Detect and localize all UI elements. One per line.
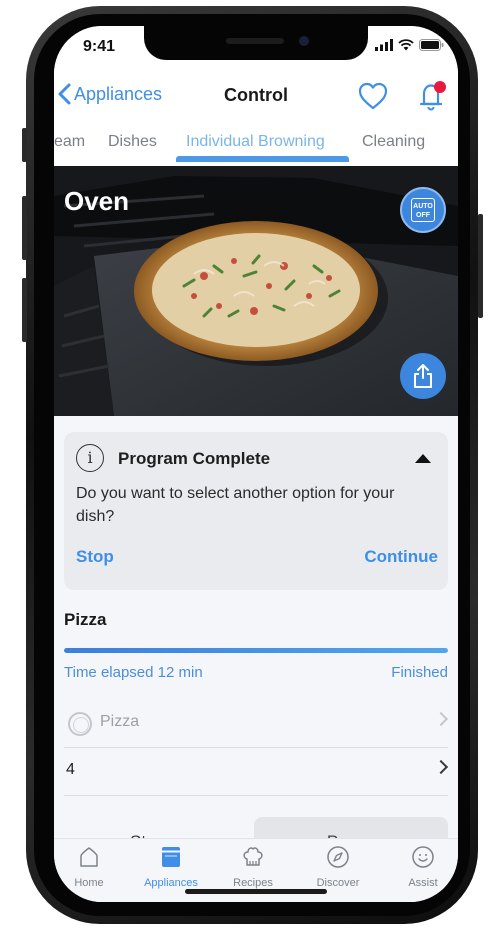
option-row-pizza[interactable]: Pizza	[64, 700, 449, 748]
auto-off-button[interactable]: AUTO OFF	[400, 187, 446, 233]
bell-icon	[419, 81, 446, 111]
program-progress-bar	[64, 648, 448, 653]
tabbar-label: Assist	[408, 877, 438, 889]
status-time: 9:41	[83, 38, 116, 55]
progress-fill	[64, 648, 448, 653]
share-button[interactable]	[400, 353, 446, 399]
notifications-button[interactable]	[416, 78, 450, 117]
tabbar-item-appliances[interactable]: Appliances	[136, 845, 206, 889]
status-icons	[375, 39, 444, 51]
tabbar-item-home[interactable]: Home	[54, 845, 124, 889]
heart-icon	[358, 82, 388, 110]
active-tab-indicator	[176, 156, 349, 162]
option-value: 4	[66, 761, 75, 778]
program-tabs: eam Dishes Individual Browning Cleaning	[54, 122, 458, 166]
back-button[interactable]: Appliances	[56, 82, 162, 106]
tabbar-label: Discover	[316, 877, 360, 889]
tab-steam[interactable]: eam	[54, 133, 85, 151]
tabbar-label: Appliances	[144, 877, 198, 889]
program-status: Finished	[391, 664, 448, 681]
card-title: Program Complete	[118, 449, 271, 468]
power-button	[478, 214, 483, 318]
tabbar-item-recipes[interactable]: Recipes	[218, 845, 288, 889]
back-label: Appliances	[74, 83, 163, 104]
volume-up-button	[22, 196, 27, 260]
home-icon	[80, 847, 98, 867]
program-name: Pizza	[64, 610, 107, 629]
card-message: Do you want to select another option for…	[76, 485, 395, 525]
notification-badge	[434, 81, 446, 93]
card-stop-button[interactable]: Stop	[76, 547, 114, 567]
nav-bar: Appliances Control	[54, 70, 458, 122]
tab-individual-browning[interactable]: Individual Browning	[186, 133, 325, 151]
program-complete-card: i Program Complete Do you want to select…	[64, 432, 448, 590]
volume-down-button	[22, 278, 27, 342]
collapse-caret-icon[interactable]	[415, 454, 431, 463]
tab-dishes[interactable]: Dishes	[108, 133, 157, 151]
share-icon	[414, 364, 432, 388]
assist-icon	[412, 846, 434, 868]
notch	[144, 26, 368, 60]
tabbar-item-assist[interactable]: Assist	[388, 845, 458, 889]
option-row-level[interactable]: 4	[64, 748, 449, 796]
tabbar-item-discover[interactable]: Discover	[303, 845, 373, 889]
tabbar-label: Recipes	[233, 877, 273, 889]
time-elapsed: Time elapsed 12 min	[64, 664, 203, 681]
app-screen: 9:41 Appliances Control eam Dishes Indiv…	[54, 26, 458, 902]
chevron-left-icon	[58, 83, 71, 105]
tabbar-label: Home	[74, 877, 104, 889]
favorite-button[interactable]	[358, 82, 388, 115]
chevron-right-icon	[433, 759, 449, 775]
battery-icon	[419, 39, 444, 51]
chef-hat-icon	[243, 847, 263, 866]
front-camera	[299, 36, 309, 46]
speaker-grille	[226, 38, 284, 44]
compass-icon	[327, 846, 349, 868]
mute-switch	[22, 128, 27, 162]
appliance-title: Oven	[64, 186, 130, 216]
info-icon: i	[76, 444, 104, 472]
radio-icon	[68, 712, 92, 736]
signal-icon	[375, 39, 393, 51]
chevron-right-icon	[433, 711, 449, 727]
home-indicator	[185, 889, 327, 894]
wifi-icon	[398, 39, 414, 51]
appliances-icon	[162, 847, 180, 867]
card-continue-button[interactable]: Continue	[364, 547, 438, 567]
option-label: Pizza	[100, 713, 140, 730]
auto-off-icon: AUTO OFF	[411, 198, 435, 222]
oven-photo: Oven AUTO OFF	[54, 166, 458, 416]
tab-cleaning[interactable]: Cleaning	[362, 133, 425, 151]
